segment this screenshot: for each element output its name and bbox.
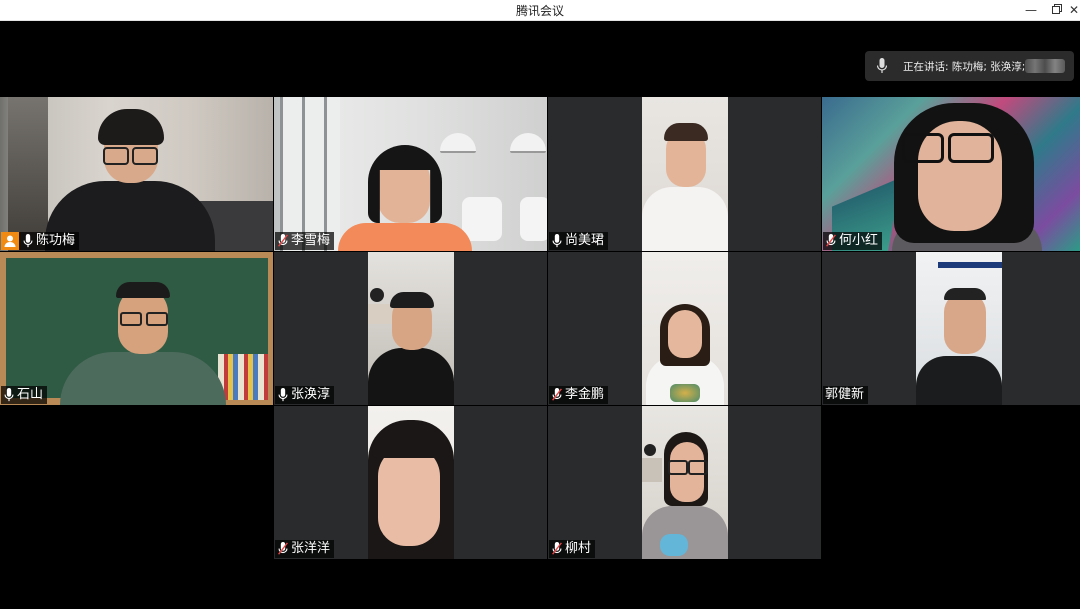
- video-feed: [368, 406, 454, 559]
- video-feed: [916, 252, 1002, 405]
- mic-icon: [278, 388, 288, 402]
- participant-nameplate: 郭健新: [823, 386, 869, 404]
- window-title: 腾讯会议: [515, 4, 564, 18]
- participant-name: 陈功梅: [36, 233, 76, 248]
- participant-name: 李金鹏: [565, 387, 605, 402]
- participant-name: 柳村: [565, 541, 592, 556]
- mic-icon: [23, 234, 33, 248]
- video-feed: [642, 406, 728, 559]
- participant-tile-chen[interactable]: 陈功梅: [0, 97, 273, 251]
- mic-muted-icon: [278, 542, 288, 555]
- video-feed: [0, 252, 273, 405]
- mic-icon: [877, 58, 887, 73]
- mic-icon: [4, 388, 14, 402]
- participant-tile-zhang-huanchun[interactable]: 张涣淳: [274, 252, 547, 405]
- participant-tile-guo[interactable]: 郭健新: [822, 252, 1080, 405]
- speaking-label: 正在讲话: 陈功梅; 张涣淳;: [903, 61, 1026, 73]
- mic-muted-icon: [552, 542, 562, 555]
- title-bar: 腾讯会议 — ✕: [0, 0, 1080, 21]
- video-feed: [368, 252, 454, 405]
- participant-name: 石山: [17, 387, 44, 402]
- participant-name: 张洋洋: [291, 541, 331, 556]
- mic-muted-icon: [552, 388, 562, 401]
- participant-tile-he[interactable]: 何小红: [822, 97, 1080, 251]
- participant-name: 张涣淳: [291, 387, 331, 402]
- video-feed: [822, 97, 1080, 251]
- participant-nameplate: 柳村: [549, 540, 596, 558]
- mic-muted-icon: [278, 234, 288, 247]
- participant-tile-li-jinpeng[interactable]: 李金鹏: [548, 252, 821, 405]
- participant-name: 李雪梅: [291, 233, 331, 248]
- participant-nameplate: 张洋洋: [275, 540, 335, 558]
- video-feed: [274, 97, 547, 251]
- video-feed: [642, 97, 728, 251]
- video-feed: [642, 252, 728, 405]
- host-icon: [1, 232, 19, 250]
- participant-nameplate: 陈功梅: [1, 232, 80, 250]
- participant-tile-liu[interactable]: 柳村: [548, 406, 821, 559]
- mic-muted-icon: [826, 234, 836, 247]
- mic-icon: [552, 234, 562, 248]
- participant-nameplate: 尚美珺: [549, 232, 609, 250]
- video-feed: [0, 97, 273, 251]
- participant-nameplate: 石山: [1, 386, 48, 404]
- participant-nameplate: 张涣淳: [275, 386, 335, 404]
- participant-tile-li-xuemei[interactable]: 李雪梅: [274, 97, 547, 251]
- participant-nameplate: 李金鹏: [549, 386, 609, 404]
- participant-nameplate: 李雪梅: [275, 232, 335, 250]
- participant-name: 尚美珺: [565, 233, 605, 248]
- close-icon[interactable]: ✕: [1068, 0, 1080, 20]
- restore-icon[interactable]: [1044, 0, 1070, 20]
- minimize-icon[interactable]: —: [1018, 0, 1044, 20]
- participant-tile-shang[interactable]: 尚美珺: [548, 97, 821, 251]
- participant-tile-shi[interactable]: 石山: [0, 252, 273, 405]
- participant-tile-zhang-yangyang[interactable]: 张洋洋: [274, 406, 547, 559]
- participant-nameplate: 何小红: [823, 232, 883, 250]
- speaking-indicator: 正在讲话: 陈功梅; 张涣淳;: [865, 51, 1074, 81]
- blurred-name: [1025, 59, 1065, 73]
- participant-name: 郭健新: [825, 387, 865, 402]
- participant-name: 何小红: [839, 233, 879, 248]
